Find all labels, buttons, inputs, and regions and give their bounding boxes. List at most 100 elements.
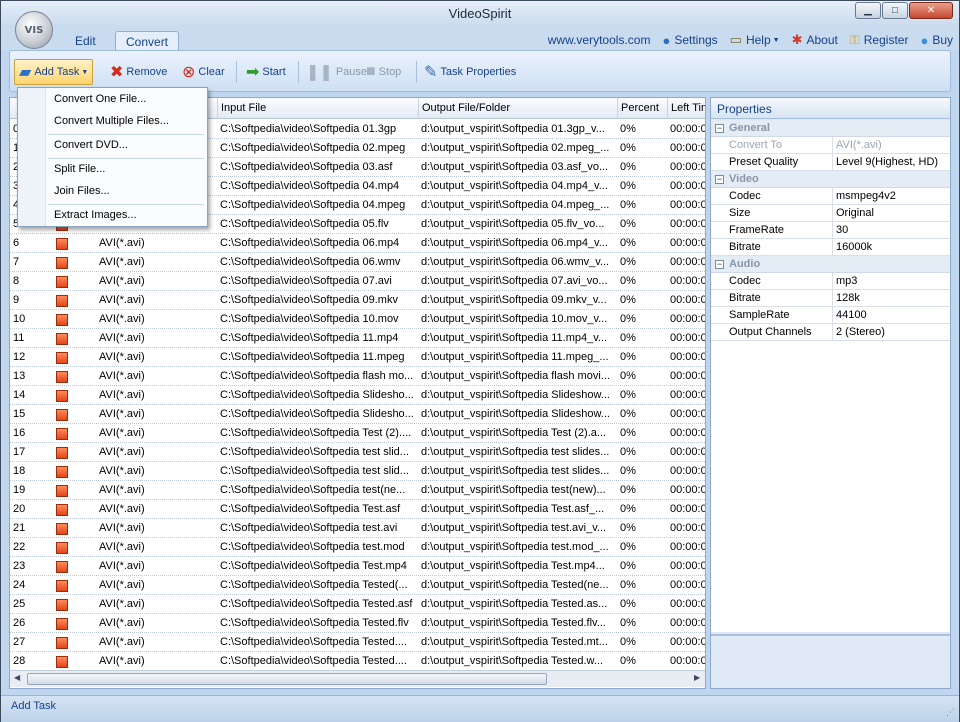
register-link[interactable]: ⚿ Register [850, 32, 909, 48]
table-row[interactable]: 23 AVI(*.avi) C:\Softpedia\video\Softpedia… [10, 557, 705, 576]
menu-item-convert-dvd[interactable]: Convert DVD... [54, 139, 128, 151]
table-row[interactable]: 7 AVI(*.avi) C:\Softpedia\video\Softpedia … [10, 253, 705, 272]
table-row[interactable]: 8 AVI(*.avi) C:\Softpedia\video\Softpedia … [10, 272, 705, 291]
menu-item-convert-one-file[interactable]: Convert One File... [54, 93, 146, 105]
table-row[interactable]: 15 AVI(*.avi) C:\Softpedia\video\Softpedia… [10, 405, 705, 424]
row-number: 22 [13, 541, 26, 553]
row-output-folder: d:\output_vspirit\Softpedia Tested.w... [421, 655, 604, 667]
property-row[interactable]: Bitrate 128k [711, 290, 950, 307]
stop-button[interactable]: ■ Stop [362, 59, 405, 85]
status-indicator-icon [56, 637, 68, 649]
maximize-button[interactable]: □ [882, 2, 908, 19]
property-row[interactable]: FrameRate 30 [711, 222, 950, 239]
table-row[interactable]: 24 AVI(*.avi) C:\Softpedia\video\Softpedia… [10, 576, 705, 595]
minimize-button[interactable]: ▁ [855, 2, 881, 19]
column-header-output-folder[interactable]: Output File/Folder [418, 98, 617, 119]
property-row[interactable]: SampleRate 44100 [711, 307, 950, 324]
collapse-icon[interactable]: − [715, 124, 724, 133]
add-task-button[interactable]: ▰ Add Task ▼ [14, 59, 94, 85]
table-row[interactable]: 27 AVI(*.avi) C:\Softpedia\video\Softpedia… [10, 633, 705, 652]
property-row[interactable]: Bitrate 16000k [711, 239, 950, 256]
property-category-video[interactable]: − Video [711, 171, 950, 188]
table-row[interactable]: 9 AVI(*.avi) C:\Softpedia\video\Softpedia … [10, 291, 705, 310]
table-row[interactable]: 12 AVI(*.avi) C:\Softpedia\video\Softpedia… [10, 348, 705, 367]
toolbar: ▰ Add Task ▼ ✖ Remove ⊗ Clear ➡ Start ❚❚… [9, 50, 951, 92]
resize-grip-icon[interactable]: ⋰ [946, 707, 955, 718]
start-button[interactable]: ➡ Start [242, 59, 290, 85]
scroll-right-icon[interactable]: ▶ [694, 673, 700, 682]
column-header-input-file[interactable]: Input File [217, 98, 417, 119]
status-indicator-icon [56, 599, 68, 611]
stop-icon: ■ [366, 63, 376, 80]
table-row[interactable]: 22 AVI(*.avi) C:\Softpedia\video\Softpedia… [10, 538, 705, 557]
table-row[interactable]: 14 AVI(*.avi) C:\Softpedia\video\Softpedia… [10, 386, 705, 405]
table-row[interactable]: 20 AVI(*.avi) C:\Softpedia\video\Softpedia… [10, 500, 705, 519]
task-properties-button[interactable]: ✎ Task Properties [420, 59, 520, 85]
property-value[interactable]: 44100 [834, 307, 950, 324]
property-value[interactable]: Original [834, 205, 950, 222]
property-row[interactable]: Preset Quality Level 9(Highest, HD) [711, 154, 950, 171]
table-row[interactable]: 26 AVI(*.avi) C:\Softpedia\video\Softpedia… [10, 614, 705, 633]
property-value[interactable]: 16000k [834, 239, 950, 256]
collapse-icon[interactable]: − [715, 260, 724, 269]
table-row[interactable]: 17 AVI(*.avi) C:\Softpedia\video\Softpedia… [10, 443, 706, 462]
table-row[interactable]: 18 AVI(*.avi) C:\Softpedia\video\Softpedia… [10, 462, 705, 481]
help-link[interactable]: ▭ Help ▼ [730, 32, 780, 48]
property-row[interactable]: Size Original [711, 205, 950, 222]
property-value[interactable]: 2 (Stereo) [834, 324, 950, 341]
about-link[interactable]: ✱ About [792, 32, 838, 48]
column-header-left-time[interactable]: Left Tim [667, 98, 705, 119]
menu-item-join-files[interactable]: Join Files... [54, 185, 110, 197]
row-number: 20 [13, 503, 26, 515]
scroll-left-icon[interactable]: ◀ [14, 673, 20, 682]
property-value[interactable]: 30 [834, 222, 950, 239]
row-number: 16 [13, 427, 26, 439]
website-link[interactable]: www.verytools.com [548, 33, 651, 47]
table-row[interactable]: 16 AVI(*.avi) C:\Softpedia\video\Softpedia… [10, 424, 705, 443]
property-category-audio[interactable]: − Audio [711, 256, 950, 273]
close-button[interactable]: ✕ [909, 2, 953, 19]
table-row[interactable]: 13 AVI(*.avi) C:\Softpedia\video\Softpedia… [10, 367, 705, 386]
property-category-general[interactable]: − General [711, 120, 950, 137]
property-row[interactable]: Convert To AVI(*.avi) [711, 137, 950, 154]
tab-convert[interactable]: Convert [115, 31, 180, 51]
remove-button[interactable]: ✖ Remove [106, 59, 171, 85]
row-format: AVI(*.avi) [99, 294, 145, 306]
settings-link[interactable]: ● Settings [662, 33, 717, 48]
table-row[interactable]: 10 AVI(*.avi) C:\Softpedia\video\Softpedia… [10, 310, 705, 329]
buy-link[interactable]: ● Buy [920, 33, 953, 48]
property-value[interactable]: msmpeg4v2 [834, 188, 950, 205]
table-row[interactable]: 28 AVI(*.avi) C:\Softpedia\video\Softpedia… [10, 652, 705, 671]
table-row[interactable]: 25 AVI(*.avi) C:\Softpedia\video\Softpedia… [10, 595, 706, 614]
table-row[interactable]: 21 AVI(*.avi) C:\Softpedia\video\Softpedia… [10, 519, 705, 538]
scrollbar-thumb[interactable] [27, 673, 547, 685]
property-value[interactable]: 128k [834, 290, 950, 307]
property-value[interactable]: mp3 [834, 273, 950, 290]
property-row[interactable]: Codec msmpeg4v2 [711, 188, 950, 205]
menu-item-convert-multiple-files[interactable]: Convert Multiple Files... [54, 115, 169, 127]
collapse-icon[interactable]: − [715, 175, 724, 184]
tab-edit[interactable]: Edit [65, 31, 106, 51]
table-row[interactable]: 19 AVI(*.avi) C:\Softpedia\video\Softpedia… [10, 481, 705, 500]
horizontal-scrollbar[interactable]: ◀ ▶ [10, 670, 705, 687]
property-row[interactable]: Codec mp3 [711, 273, 950, 290]
row-left-time: 00:00:0 [670, 446, 706, 458]
row-output-folder: d:\output_vspirit\Softpedia 06.wmv_v... [421, 256, 610, 268]
row-number: 17 [13, 446, 26, 458]
status-indicator-icon [56, 466, 68, 478]
title-bar[interactable]: VideoSpirit ▁ □ ✕ [1, 1, 959, 27]
clear-button[interactable]: ⊗ Clear [178, 59, 229, 85]
menu-item-extract-images[interactable]: Extract Images... [54, 209, 137, 221]
property-value[interactable]: AVI(*.avi) [834, 137, 950, 154]
table-row[interactable]: 11 AVI(*.avi) C:\Softpedia\video\Softpedia… [10, 329, 705, 348]
pause-button[interactable]: ❚❚ Pause [302, 59, 371, 85]
table-row[interactable]: 6 AVI(*.avi) C:\Softpedia\video\Softpedia … [10, 234, 705, 253]
property-value[interactable]: Level 9(Highest, HD) [834, 154, 950, 171]
row-left-time: 00:00:0 [670, 598, 706, 610]
app-logo-button[interactable]: VIS [15, 11, 53, 49]
row-output-folder: d:\output_vspirit\Softpedia Tested(ne... [421, 579, 609, 591]
property-row[interactable]: Output Channels 2 (Stereo) [711, 324, 950, 341]
menu-item-split-file[interactable]: Split File... [54, 163, 105, 175]
row-input-file: C:\Softpedia\video\Softpedia test.mod [220, 541, 405, 553]
column-header-percent[interactable]: Percent [617, 98, 667, 119]
